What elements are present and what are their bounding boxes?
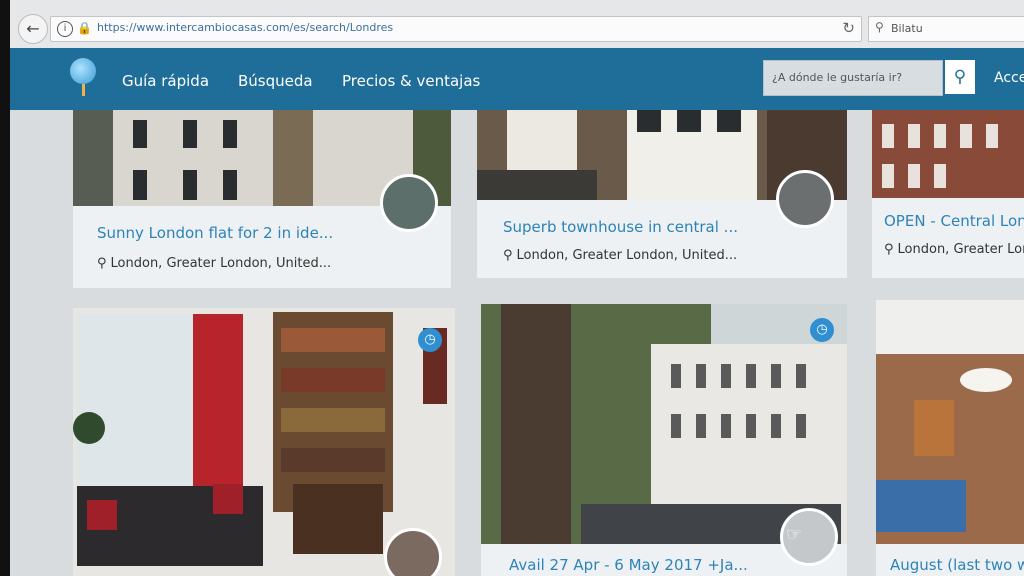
url-text[interactable]: https://www.intercambiocasas.com/es/sear… — [97, 21, 393, 34]
info-icon[interactable]: i — [57, 21, 73, 37]
listing-location-text: London, Greater London, United... — [516, 248, 738, 263]
map-pin-icon: ⚲ — [503, 248, 513, 263]
clock-icon: ◷ — [418, 328, 442, 352]
logo[interactable] — [70, 58, 96, 84]
avatar[interactable] — [380, 174, 438, 232]
listing-location: ⚲ London, Greater London, United... — [503, 248, 737, 263]
site-header: Guía rápida Búsqueda Precios & ventajas … — [10, 48, 1024, 110]
listing-photo[interactable] — [481, 304, 847, 544]
nav-busqueda[interactable]: Búsqueda — [238, 72, 313, 90]
access-link[interactable]: Acce — [994, 70, 1024, 86]
browser-toolbar: ← i 🔒 https://www.intercambiocasas.com/e… — [10, 0, 1024, 49]
screen: ← i 🔒 https://www.intercambiocasas.com/e… — [10, 0, 1024, 576]
nav-guia-rapida[interactable]: Guía rápida — [122, 72, 209, 90]
map-pin-icon: ⚲ — [97, 256, 107, 271]
listing-photo[interactable] — [872, 110, 1024, 198]
listing-title[interactable]: OPEN - Central Lon — [884, 212, 1024, 230]
listing-title[interactable]: Avail 27 Apr - 6 May 2017 +Ja... — [509, 556, 748, 574]
avatar[interactable] — [776, 170, 834, 228]
browser-search-text: Bilatu — [891, 22, 923, 35]
listing-card[interactable]: August (last two we — [876, 300, 1024, 576]
listing-location: ⚲ London, Greater London, United... — [97, 256, 331, 271]
lock-icon: 🔒 — [77, 21, 92, 35]
destination-search-input[interactable]: ¿A dónde le gustaría ir? — [763, 60, 943, 96]
listing-location-text: London, Greater Lon — [897, 242, 1024, 257]
listing-card[interactable]: OPEN - Central Lon ⚲ London, Greater Lon — [872, 110, 1024, 278]
logo-stem — [82, 84, 85, 96]
listing-location: ⚲ London, Greater Lon — [884, 242, 1024, 257]
destination-placeholder: ¿A dónde le gustaría ir? — [772, 71, 903, 84]
listing-location-text: London, Greater London, United... — [110, 256, 332, 271]
listing-title[interactable]: August (last two we — [890, 556, 1024, 574]
search-icon[interactable]: ⚲ — [945, 60, 975, 94]
search-icon: ⚲ — [875, 20, 884, 34]
address-bar[interactable]: i 🔒 https://www.intercambiocasas.com/es/… — [50, 16, 862, 42]
reload-icon[interactable]: ↻ — [842, 19, 855, 37]
listing-title[interactable]: Superb townhouse in central ... — [503, 218, 738, 236]
listing-photo[interactable] — [876, 300, 1024, 544]
back-arrow-icon[interactable]: ← — [18, 14, 48, 44]
nav-precios[interactable]: Precios & ventajas — [342, 72, 480, 90]
clock-icon: ◷ — [810, 318, 834, 342]
cursor-icon: ☞ — [786, 524, 803, 545]
listing-title[interactable]: Sunny London flat for 2 in ide... — [97, 224, 333, 242]
browser-search-box[interactable]: ⚲ Bilatu — [868, 16, 1024, 42]
map-pin-icon: ⚲ — [884, 242, 894, 257]
